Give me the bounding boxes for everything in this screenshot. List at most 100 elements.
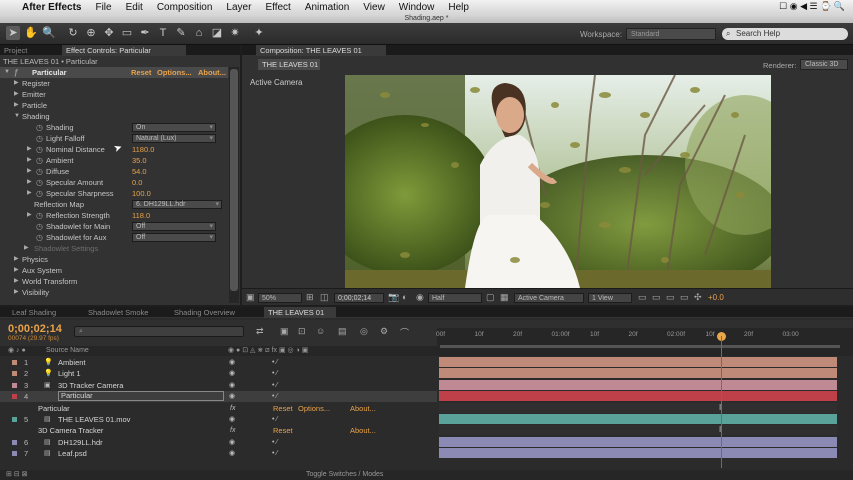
- property-value[interactable]: 100.0: [132, 188, 151, 199]
- property-dropdown[interactable]: Off: [132, 222, 216, 231]
- menu-effect[interactable]: Effect: [265, 2, 290, 13]
- effect-property-row[interactable]: ▶ ◷ Ambient 35.0: [0, 155, 228, 166]
- motion-blur-icon[interactable]: ◎: [360, 326, 368, 337]
- menu-layer[interactable]: Layer: [226, 2, 251, 13]
- layer-name[interactable]: Leaf.psd: [58, 448, 87, 459]
- property-value[interactable]: 1180.0: [132, 144, 154, 155]
- disclosure-triangle-icon[interactable]: ▶: [14, 254, 19, 265]
- property-dropdown[interactable]: On: [132, 123, 216, 132]
- property-dropdown[interactable]: Off: [132, 233, 216, 242]
- disclosure-triangle-icon[interactable]: ▼: [4, 67, 10, 78]
- layer-name[interactable]: Particular: [58, 391, 224, 402]
- label-color-swatch[interactable]: [12, 382, 17, 388]
- timeline-layer-row[interactable]: 1 💡 Ambient ◉ • ⁄: [0, 357, 437, 368]
- layer-name[interactable]: Light 1: [58, 368, 81, 379]
- comp-mini-flowchart-icon[interactable]: ⇄: [256, 326, 264, 337]
- current-time-indicator[interactable]: [721, 336, 722, 468]
- menu-view[interactable]: View: [363, 2, 385, 13]
- layer-duration-bar[interactable]: [439, 357, 837, 367]
- snapshot-icon[interactable]: 📷: [388, 292, 399, 303]
- zoom-tool-icon[interactable]: 🔍: [42, 26, 56, 40]
- stopwatch-icon[interactable]: ◷: [36, 166, 43, 177]
- property-dropdown[interactable]: Natural (Lux): [132, 134, 216, 143]
- effect-property-row[interactable]: Reflection Map 6. DH129LL.hdr: [0, 199, 228, 210]
- effect-property-row[interactable]: ▶ World Transform: [0, 276, 228, 287]
- fx-switch-icon[interactable]: fx: [230, 425, 235, 436]
- tab-effect-controls[interactable]: Effect Controls: Particular: [62, 45, 186, 56]
- hand-tool-icon[interactable]: ✋: [24, 26, 38, 40]
- layer-switches[interactable]: • ⁄: [272, 391, 278, 402]
- effect-header-row[interactable]: ▼ ƒ Particular Reset Options... About...: [0, 67, 228, 78]
- layer-name[interactable]: THE LEAVES 01.mov: [58, 414, 130, 425]
- flowchart-icon[interactable]: ▭: [680, 292, 689, 303]
- disclosure-triangle-icon[interactable]: ▶: [24, 243, 29, 254]
- timeline-layer-row[interactable]: 3 ▣ 3D Tracker Camera ◉ • ⁄: [0, 380, 437, 391]
- about-link[interactable]: About...: [198, 67, 226, 78]
- layer-switches[interactable]: • ⁄: [272, 437, 278, 448]
- channel-icon[interactable]: ◉: [416, 292, 424, 303]
- mask-icon[interactable]: ◫: [320, 292, 329, 303]
- effect-property-row[interactable]: ▶ Visibility: [0, 287, 228, 298]
- ec-scroll-thumb[interactable]: [230, 69, 238, 291]
- layer-switches[interactable]: • ⁄: [272, 414, 278, 425]
- property-value[interactable]: 0.0: [132, 177, 142, 188]
- stopwatch-icon[interactable]: ◷: [36, 133, 43, 144]
- composition-viewer[interactable]: [345, 75, 771, 288]
- disclosure-triangle-icon[interactable]: ▶: [27, 144, 32, 155]
- roto-brush-tool-icon[interactable]: ✷: [228, 26, 242, 40]
- layer-name[interactable]: 3D Tracker Camera: [58, 380, 123, 391]
- options-link[interactable]: Options...: [157, 67, 192, 78]
- effect-property-row[interactable]: ▶ Shadowlet Settings: [0, 243, 228, 254]
- disclosure-triangle-icon[interactable]: ▶: [14, 78, 19, 89]
- always-preview-icon[interactable]: ▣: [246, 292, 255, 303]
- timeline-layer-row[interactable]: 6 ▤ DH129LL.hdr ◉ • ⁄: [0, 437, 437, 448]
- show-snapshot-icon[interactable]: ◐: [402, 292, 407, 302]
- disclosure-triangle-icon[interactable]: ▶: [14, 100, 19, 111]
- eraser-tool-icon[interactable]: ◪: [210, 26, 224, 40]
- toggle-switches-modes[interactable]: Toggle Switches / Modes: [306, 470, 383, 480]
- rectangle-tool-icon[interactable]: ▭: [120, 26, 134, 40]
- fx-icon[interactable]: ƒ: [14, 67, 18, 78]
- menu-composition[interactable]: Composition: [157, 2, 213, 13]
- region-of-interest-icon[interactable]: ▢: [486, 292, 495, 303]
- view-layout-select[interactable]: 1 View: [588, 293, 632, 303]
- visibility-eye-icon[interactable]: ◉: [229, 437, 235, 448]
- fast-previews-icon[interactable]: ▭: [652, 292, 661, 303]
- layer-switches[interactable]: • ⁄: [272, 357, 278, 368]
- exposure-value[interactable]: +0.0: [708, 293, 724, 302]
- disclosure-triangle-icon[interactable]: ▶: [27, 155, 32, 166]
- options-link[interactable]: Options...: [298, 403, 330, 414]
- stopwatch-icon[interactable]: ◷: [36, 144, 43, 155]
- camera-view-select[interactable]: Active Camera: [514, 293, 584, 303]
- effect-property-row[interactable]: ▶ ◷ Reflection Strength 118.0: [0, 210, 228, 221]
- disclosure-triangle-icon[interactable]: ▶: [14, 276, 19, 287]
- layer-name[interactable]: DH129LL.hdr: [58, 437, 103, 448]
- disclosure-triangle-icon[interactable]: ▶: [14, 287, 19, 298]
- tab-shading-overview[interactable]: Shading Overview: [170, 307, 250, 318]
- timeline-layer-row[interactable]: 7 ▤ Leaf.psd ◉ • ⁄: [0, 448, 437, 459]
- brush-tool-icon[interactable]: ✎: [174, 26, 188, 40]
- visibility-eye-icon[interactable]: ◉: [229, 368, 235, 379]
- disclosure-triangle-icon[interactable]: ▶: [14, 265, 19, 276]
- stopwatch-icon[interactable]: ◷: [36, 188, 43, 199]
- layer-effect-row[interactable]: Particular fx Reset Options... About...: [0, 403, 437, 414]
- selection-tool-icon[interactable]: ➤: [6, 26, 20, 40]
- property-value[interactable]: 54.0: [132, 166, 147, 177]
- clone-stamp-tool-icon[interactable]: ⌂: [192, 26, 206, 40]
- reset-link[interactable]: Reset: [273, 425, 293, 436]
- visibility-eye-icon[interactable]: ◉: [229, 448, 235, 459]
- label-color-swatch[interactable]: [12, 394, 17, 400]
- visibility-eye-icon[interactable]: ◉: [229, 414, 235, 425]
- app-name-menu[interactable]: After Effects: [22, 2, 81, 13]
- menu-animation[interactable]: Animation: [305, 2, 349, 13]
- stopwatch-icon[interactable]: ◷: [36, 177, 43, 188]
- draft-3d-icon[interactable]: ⊡: [298, 326, 306, 337]
- footer-icons[interactable]: ⊞ ⊟ ⊠: [6, 470, 28, 480]
- pan-behind-tool-icon[interactable]: ✥: [102, 26, 116, 40]
- effect-property-row[interactable]: ▶ Aux System: [0, 265, 228, 276]
- stopwatch-icon[interactable]: ◷: [36, 122, 43, 133]
- layer-duration-bar[interactable]: [439, 436, 837, 447]
- safe-zones-icon[interactable]: ⊞: [306, 292, 314, 303]
- stopwatch-icon[interactable]: ◷: [36, 221, 43, 232]
- exposure-icon[interactable]: ✣: [694, 292, 702, 303]
